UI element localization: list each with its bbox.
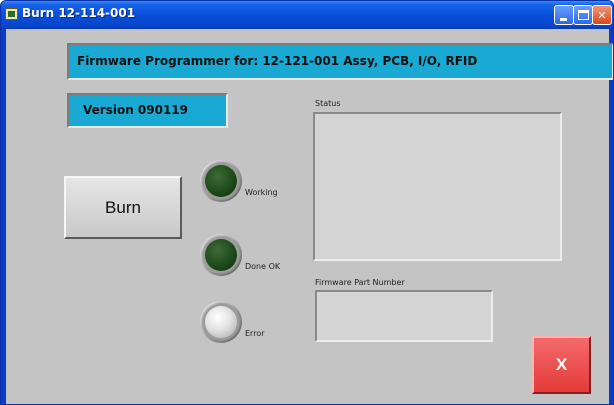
status-label: Status: [315, 99, 341, 108]
window-title: Burn 12-114-001: [22, 6, 136, 20]
done-ok-led-icon: [200, 234, 242, 276]
working-led-icon: [200, 160, 242, 202]
firmware-part-number-label: Firmware Part Number: [315, 278, 405, 287]
close-window-button[interactable]: ✕: [592, 5, 612, 25]
burn-button[interactable]: Burn: [64, 176, 182, 239]
title-bar[interactable]: Burn 12-114-001 ✕: [1, 1, 613, 29]
firmware-part-number-field[interactable]: [315, 290, 493, 342]
client-area: Firmware Programmer for: 12-121-001 Assy…: [5, 29, 613, 404]
error-led-lamp: [205, 306, 237, 338]
version-banner: Version 090119: [67, 93, 228, 128]
close-icon: ✕: [597, 9, 607, 22]
app-icon[interactable]: [5, 8, 18, 20]
error-led-icon: [200, 301, 242, 343]
error-led-label: Error: [245, 329, 265, 338]
working-led-lamp: [205, 165, 237, 197]
done-ok-led-label: Done OK: [245, 262, 281, 271]
done-ok-led-lamp: [205, 239, 237, 271]
maximize-button[interactable]: [573, 5, 593, 25]
exit-button[interactable]: X: [532, 336, 591, 394]
working-led-label: Working: [245, 188, 278, 197]
maximize-icon: [578, 10, 589, 20]
header-banner: Firmware Programmer for: 12-121-001 Assy…: [67, 43, 613, 80]
status-display: [313, 112, 562, 261]
minimize-icon: [560, 18, 567, 21]
app-window: Burn 12-114-001 ✕ Firmware Programmer fo…: [0, 0, 614, 405]
minimize-button[interactable]: [554, 5, 574, 25]
